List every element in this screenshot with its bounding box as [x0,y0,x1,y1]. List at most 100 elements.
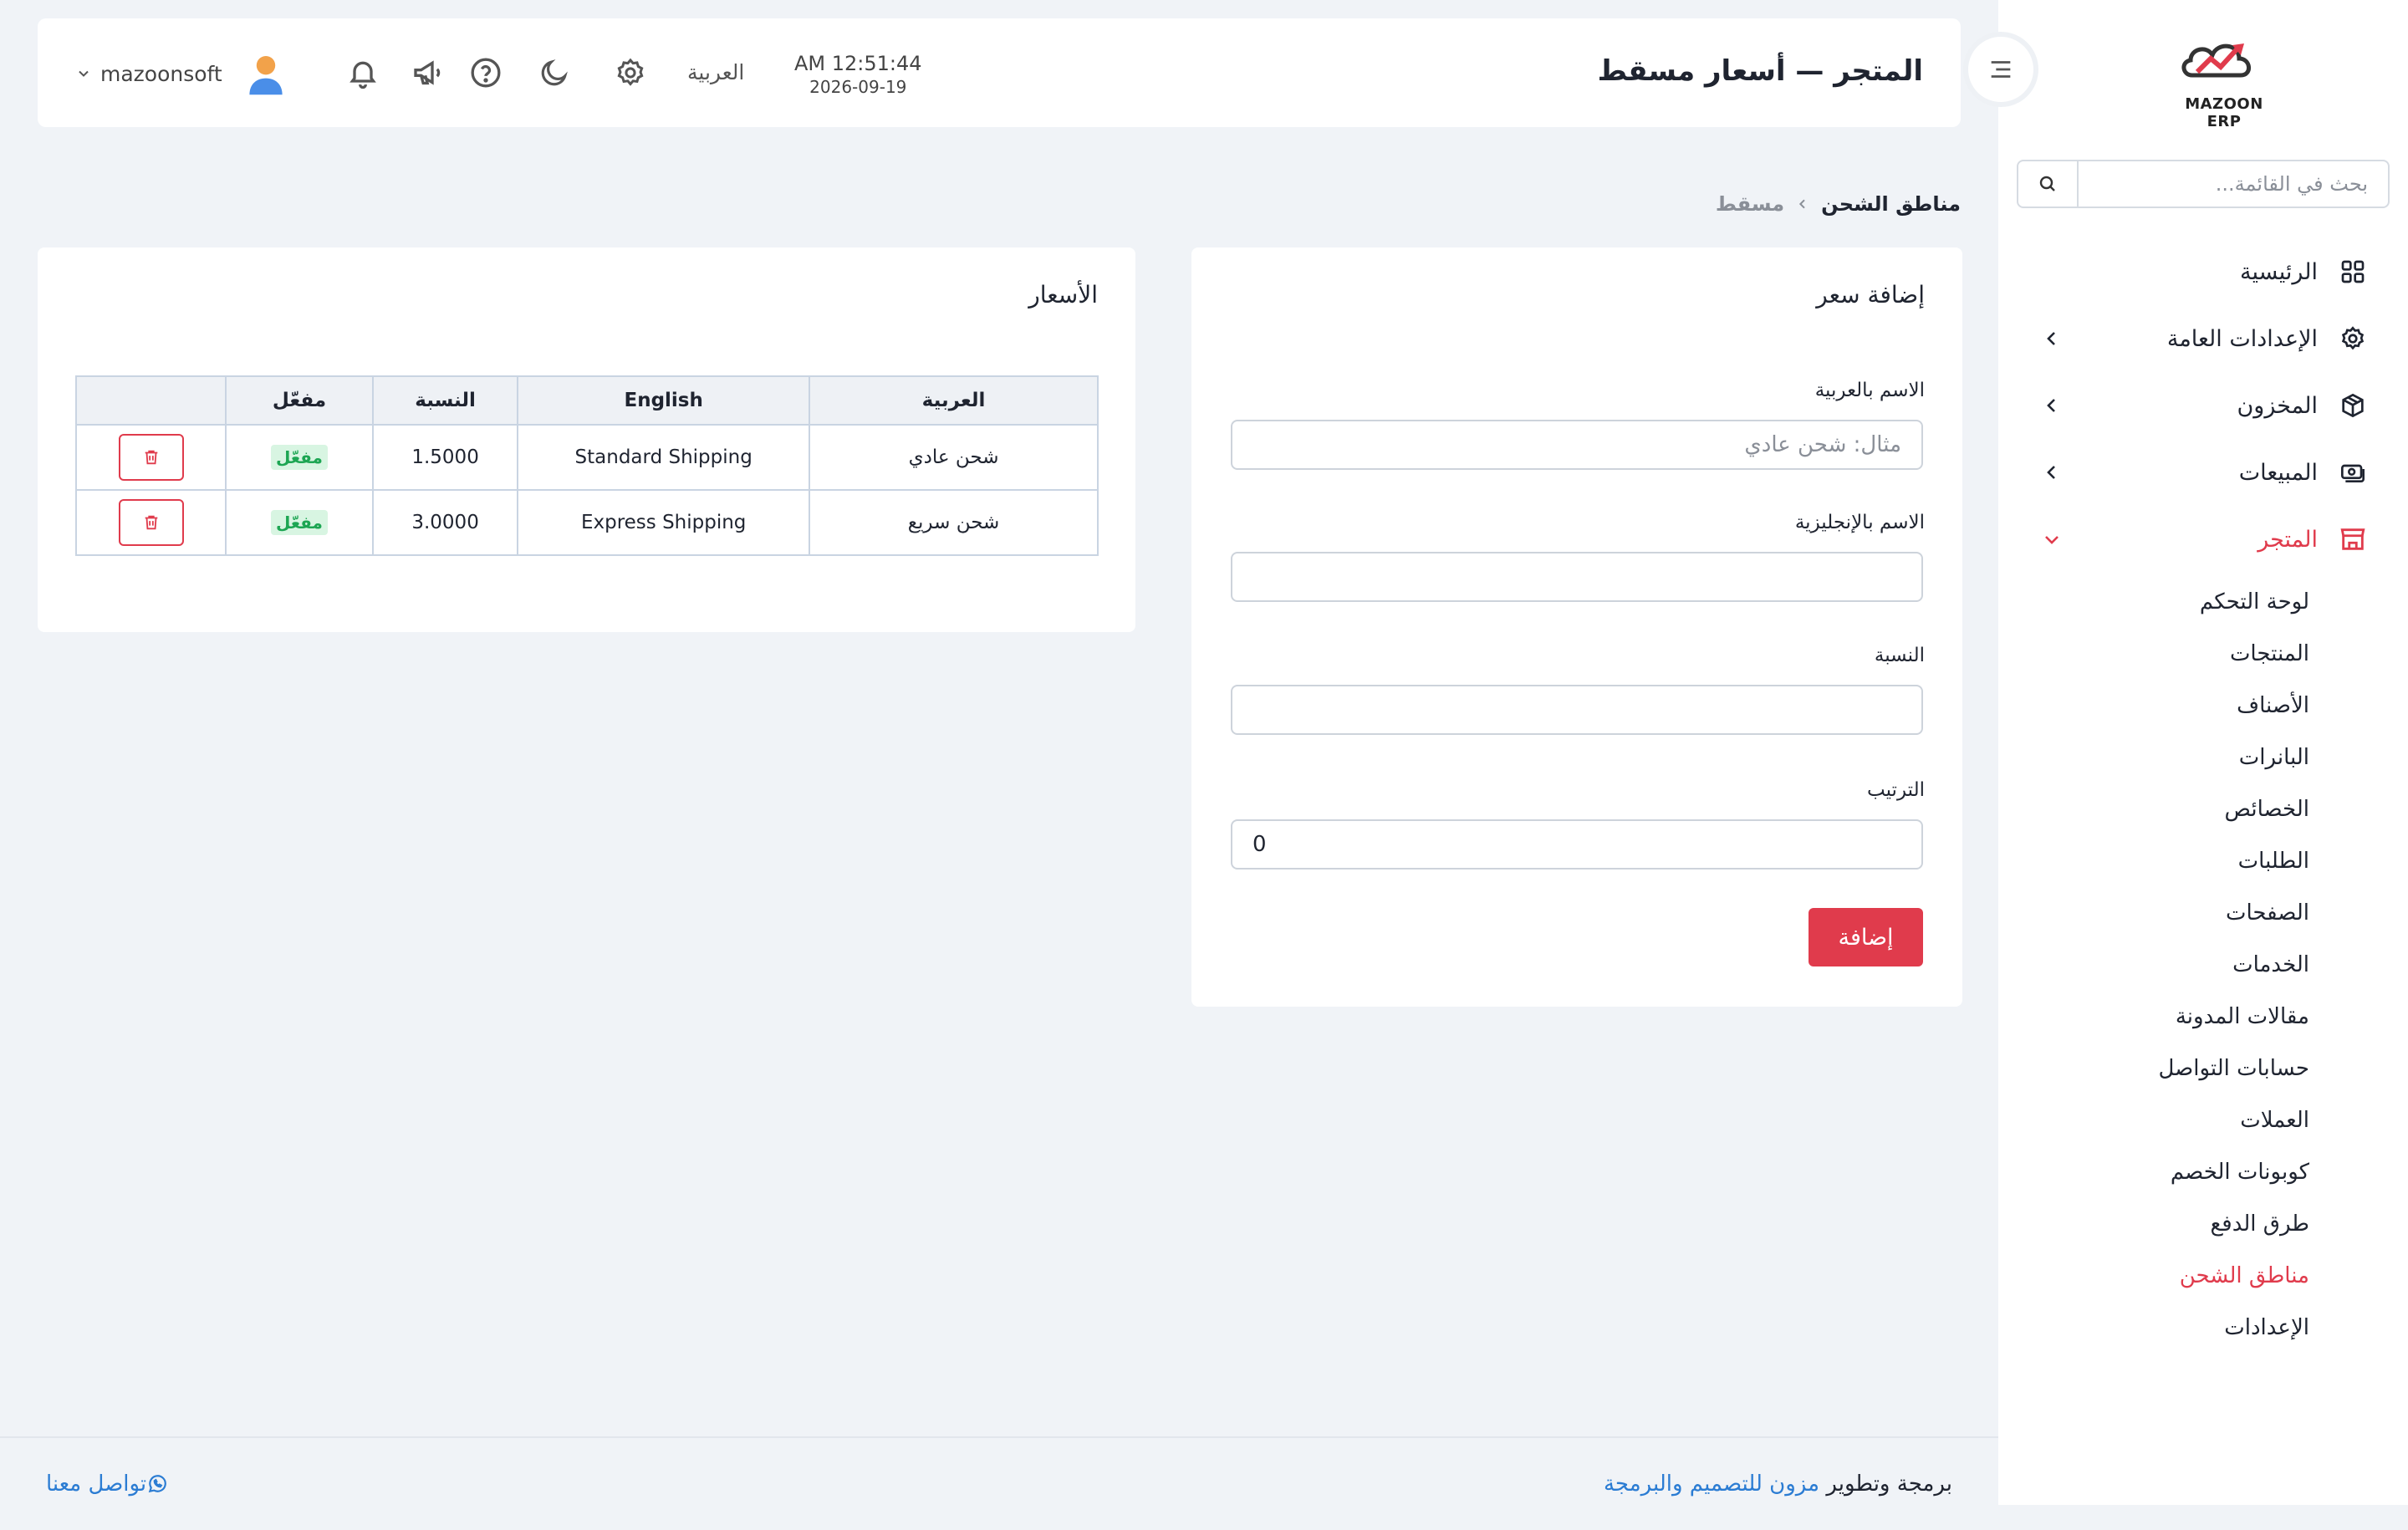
column-header: العربية [809,375,1099,426]
cell-status: مفعّل [225,424,374,491]
name-ar-input[interactable] [1231,420,1923,470]
clock: AM 12:51:44 2026-09-19 [794,52,922,97]
sidebar-item-general-settings[interactable]: الإعدادات العامة [1998,305,2408,372]
contact-link[interactable]: تواصل معنا [46,1471,178,1497]
clock-date: 2026-09-19 [809,77,907,97]
sidebar-nav: الرئيسية الإعدادات العامة المخزون المبيع… [1998,238,2408,1354]
cell-name-en: Express Shipping [517,489,811,556]
column-header-actions [74,375,227,426]
name-en-input[interactable] [1231,552,1923,602]
sidebar-subitem-banners[interactable]: البانرات [1998,732,2408,783]
footer-credit-prefix: برمجة وتطوير [1819,1471,1952,1497]
sidebar-subitem-orders[interactable]: الطلبات [1998,835,2408,887]
status-badge: مفعّل [271,445,328,470]
sidebar-subitem-coupons[interactable]: كوبونات الخصم [1998,1146,2408,1198]
sidebar-subitem-products[interactable]: المنتجات [1998,628,2408,680]
prices-table: العربية English النسبة مفعّل شحن عادي St… [74,375,1099,556]
whatsapp-icon [148,1475,166,1493]
sidebar-search-input[interactable] [2079,161,2388,207]
trash-icon [145,450,157,465]
bell-icon[interactable] [343,53,383,93]
breadcrumb: مناطق الشحن مسقط [1716,192,1961,216]
prices-card: الأسعار العربية English النسبة مفعّل شحن… [38,247,1135,632]
grid-icon [2338,257,2368,287]
sidebar-subitem-services[interactable]: الخدمات [1998,939,2408,991]
sidebar: MAZOON ERP الرئيسية الإعدادات العامة الم… [1998,0,2408,1505]
trash-icon [145,515,157,530]
add-button[interactable]: إضافة [1809,908,1923,966]
sidebar-item-home[interactable]: الرئيسية [1998,238,2408,305]
table-header-row: العربية English النسبة مفعّل [74,375,1099,426]
sidebar-item-label: المخزون [2237,392,2318,419]
user-menu[interactable]: mazoonsoft [75,50,289,97]
sidebar-toggle-button[interactable] [1963,32,2038,107]
sidebar-subitem-dashboard[interactable]: لوحة التحكم [1998,576,2408,628]
clock-time: AM 12:51:44 [794,52,922,75]
top-header: المتجر — أسعار مسقط AM 12:51:44 2026-09-… [38,18,1961,127]
sidebar-subitem-attributes[interactable]: الخصائص [1998,783,2408,835]
sidebar-item-label: الرئيسية [2240,258,2318,285]
column-header: English [517,375,811,426]
footer-credit: برمجة وتطوير مزون للتصميم والبرمجة [1604,1471,1952,1497]
table-row: شحن سريع Express Shipping 3.0000 مفعّل [74,489,1099,556]
sidebar-subitem-shipping-zones[interactable]: مناطق الشحن [1998,1250,2408,1302]
sidebar-item-inventory[interactable]: المخزون [1998,372,2408,439]
megaphone-icon[interactable] [408,53,448,93]
rate-input[interactable] [1231,685,1923,735]
sidebar-subitem-blog-posts[interactable]: مقالات المدونة [1998,991,2408,1043]
logo[interactable]: MAZOON ERP [2166,33,2283,130]
chevron-down-icon [79,70,89,77]
cell-rate: 3.0000 [371,489,519,556]
delete-button[interactable] [118,499,184,546]
cell-rate: 1.5000 [371,424,519,491]
sidebar-item-label: المتجر [2258,526,2318,553]
sidebar-search [2017,160,2390,208]
sidebar-item-sales[interactable]: المبيعات [1998,439,2408,506]
sidebar-item-store[interactable]: المتجر [1998,506,2408,573]
footer: برمجة وتطوير مزون للتصميم والبرمجة تواصل… [0,1436,1998,1530]
sidebar-subitem-currencies[interactable]: العملات [1998,1094,2408,1146]
gear-icon [2338,324,2368,354]
sidebar-subitem-categories[interactable]: الأصناف [1998,680,2408,732]
add-price-card: إضافة سعر الاسم بالعربية الاسم بالإنجليز… [1191,247,1962,1007]
add-price-title: إضافة سعر [1816,281,1925,309]
sidebar-item-label: المبيعات [2238,459,2318,486]
chevron-left-icon [2047,466,2055,479]
cell-status: مفعّل [225,489,374,556]
logo-text: MAZOON ERP [2185,95,2263,130]
sidebar-subitem-pages[interactable]: الصفحات [1998,887,2408,939]
cell-name-en: Standard Shipping [517,424,811,491]
language-switch[interactable]: العربية [687,60,744,84]
chevron-left-icon [2047,332,2055,345]
chevron-down-icon [2045,536,2059,544]
chevron-left-icon [2047,399,2055,412]
name-en-label: الاسم بالإنجليزية [1794,512,1925,533]
store-icon [2338,524,2368,554]
breadcrumb-current: مناطق الشحن [1821,192,1961,216]
status-badge: مفعّل [271,510,328,535]
search-icon[interactable] [2018,161,2079,207]
column-header: النسبة [371,375,519,426]
sidebar-subitem-payment-methods[interactable]: طرق الدفع [1998,1198,2408,1250]
contact-label: تواصل معنا [46,1471,147,1497]
page-title: المتجر — أسعار مسقط [1597,54,1923,88]
order-label: الترتيب [1867,779,1925,801]
sidebar-subitem-settings[interactable]: الإعدادات [1998,1302,2408,1354]
cell-name-ar: شحن سريع [809,489,1099,556]
moon-icon[interactable] [534,53,574,93]
rate-label: النسبة [1874,645,1925,666]
delete-button[interactable] [118,434,184,481]
breadcrumb-link[interactable]: مسقط [1716,192,1784,216]
help-icon[interactable] [466,53,506,93]
name-ar-label: الاسم بالعربية [1814,380,1925,401]
cash-icon [2338,457,2368,487]
footer-company-link[interactable]: مزون للتصميم والبرمجة [1604,1471,1819,1497]
order-input[interactable] [1231,819,1923,870]
sidebar-item-label: الإعدادات العامة [2166,325,2318,352]
chevron-left-icon [1799,199,1805,209]
sidebar-subitem-social-accounts[interactable]: حسابات التواصل [1998,1043,2408,1094]
store-submenu: لوحة التحكم المنتجات الأصناف البانرات ال… [1998,573,2408,1354]
box-icon [2338,390,2368,421]
prices-title: الأسعار [1028,281,1098,309]
gear-icon[interactable] [610,53,650,93]
